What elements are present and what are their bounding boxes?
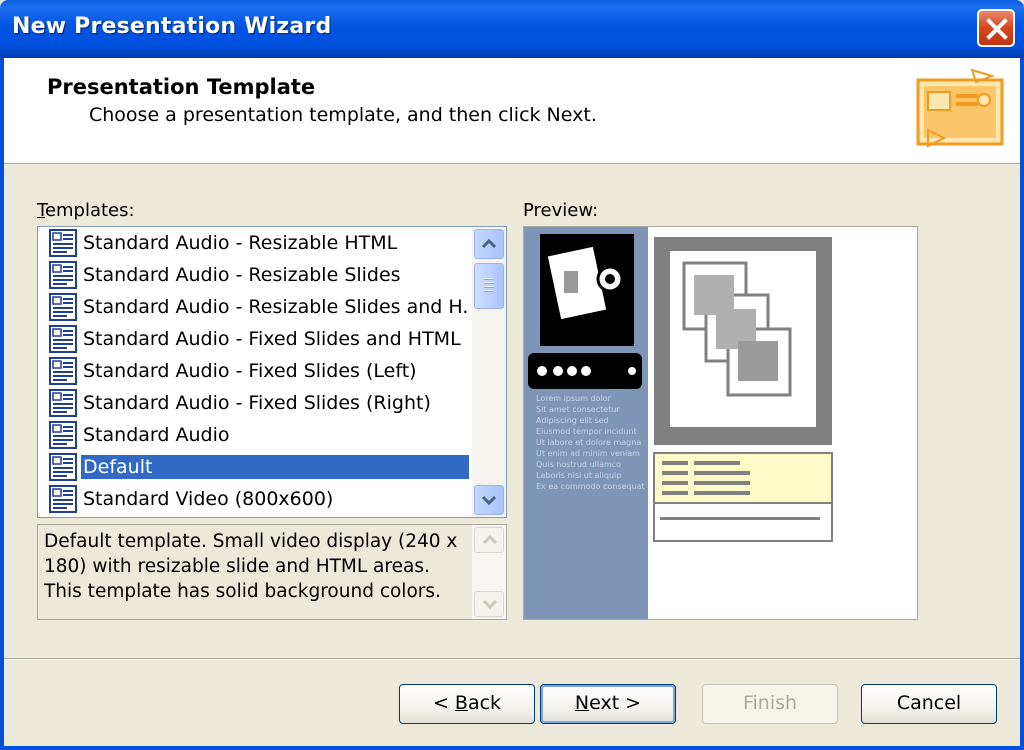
list-item[interactable]: Standard Audio - Resizable Slides — [38, 259, 470, 291]
preview-label: Preview: — [523, 200, 599, 221]
list-item-label: Standard Audio - Fixed Slides (Right) — [83, 392, 431, 414]
list-item[interactable]: Standard Audio - Fixed Slides (Left) — [38, 355, 470, 387]
list-item[interactable]: Standard Audio - Resizable Slides and H.… — [38, 291, 470, 323]
list-item-label: Standard Video (800x600) — [83, 488, 334, 510]
template-icon — [49, 293, 77, 321]
scroll-up-icon — [483, 535, 497, 545]
preview-image: Lorem ipsum dolor Sit amet consectetur Adi… — [524, 227, 833, 619]
description-scrollbar — [472, 525, 506, 619]
list-item[interactable]: Standard Audio - Resizable HTML — [38, 227, 470, 259]
templates-label: Templates: — [37, 200, 135, 221]
close-button[interactable] — [977, 9, 1015, 47]
sample-text-line: Quis nostrud ullamco — [536, 460, 621, 469]
list-item[interactable]: Standard Audio — [38, 419, 470, 451]
button-separator — [4, 658, 1020, 660]
dialog-body: Presentation Template Choose a presentat… — [0, 58, 1024, 750]
finish-button: Finish — [702, 684, 838, 724]
list-item-label: Standard Audio - Resizable HTML — [83, 232, 398, 254]
list-item-label: Default — [81, 455, 469, 479]
list-item-label: Standard Audio - Fixed Slides (Left) — [83, 360, 417, 382]
sample-text-line: Ut labore et dolore magna — [536, 438, 641, 447]
template-icon — [49, 485, 77, 513]
list-item-label: Standard Audio - Fixed Slides and HTML — [83, 328, 461, 350]
wizard-header: Presentation Template Choose a presentat… — [4, 58, 1020, 164]
description-text: Default template. Small video display (2… — [44, 531, 458, 602]
template-description: Default template. Small video display (2… — [37, 524, 507, 620]
sample-text-line: Adipiscing elit sed — [536, 416, 609, 425]
list-item-label: Standard Audio — [83, 424, 230, 446]
page-title: Presentation Template — [47, 75, 316, 99]
cancel-button[interactable]: Cancel — [861, 684, 997, 724]
scroll-thumb[interactable] — [474, 263, 504, 309]
page-subtitle: Choose a presentation template, and then… — [89, 104, 597, 126]
templates-listbox[interactable]: Standard Audio - Resizable HTML Standard … — [37, 226, 507, 518]
sample-text-line: Ex ea commodo consequat — [536, 482, 645, 491]
template-preview: Lorem ipsum dolor Sit amet consectetur Adi… — [523, 226, 918, 620]
list-item-label: Standard Audio - Resizable Slides and H.… — [83, 296, 470, 318]
list-item[interactable]: Standard Audio - Fixed Slides (Right) — [38, 387, 470, 419]
template-icon — [49, 389, 77, 417]
list-item[interactable]: Default — [38, 451, 470, 483]
scroll-up-icon — [482, 238, 496, 249]
sample-text-line: Laboris nisi ut aliquip — [536, 471, 621, 480]
template-icon — [49, 325, 77, 353]
scroll-down-button[interactable] — [474, 485, 504, 515]
back-button[interactable]: < Back — [399, 684, 535, 724]
grip-icon — [484, 278, 494, 294]
templates-list: Standard Audio - Resizable HTML Standard … — [38, 227, 470, 517]
presentation-icon — [916, 68, 1004, 148]
desc-scroll-up-button — [474, 527, 504, 553]
desc-scroll-down-button — [474, 591, 504, 617]
template-icon — [49, 229, 77, 257]
sample-text-line: Eiusmod tempor incidunt — [536, 427, 637, 436]
scroll-down-icon — [483, 599, 497, 609]
template-icon — [49, 261, 77, 289]
scroll-down-icon — [482, 495, 496, 506]
html-area — [653, 452, 833, 504]
next-button[interactable]: Next > — [540, 684, 676, 724]
templates-scrollbar[interactable] — [472, 227, 506, 517]
template-icon — [49, 357, 77, 385]
sample-text-line: Sit amet consectetur — [536, 405, 620, 414]
template-icon — [49, 453, 77, 481]
sample-text-line: Lorem ipsum dolor — [536, 394, 612, 403]
window-title: New Presentation Wizard — [12, 14, 332, 39]
close-icon — [986, 18, 1008, 40]
title-bar[interactable]: New Presentation Wizard — [0, 0, 1024, 58]
sample-text-line: Ut enim ad minim veniam — [536, 449, 640, 458]
list-item[interactable]: Standard Audio - Fixed Slides and HTML — [38, 323, 470, 355]
scroll-up-button[interactable] — [474, 229, 504, 259]
list-item[interactable]: Standard Video (800x600) — [38, 483, 470, 515]
template-icon — [49, 421, 77, 449]
list-item-label: Standard Audio - Resizable Slides — [83, 264, 401, 286]
